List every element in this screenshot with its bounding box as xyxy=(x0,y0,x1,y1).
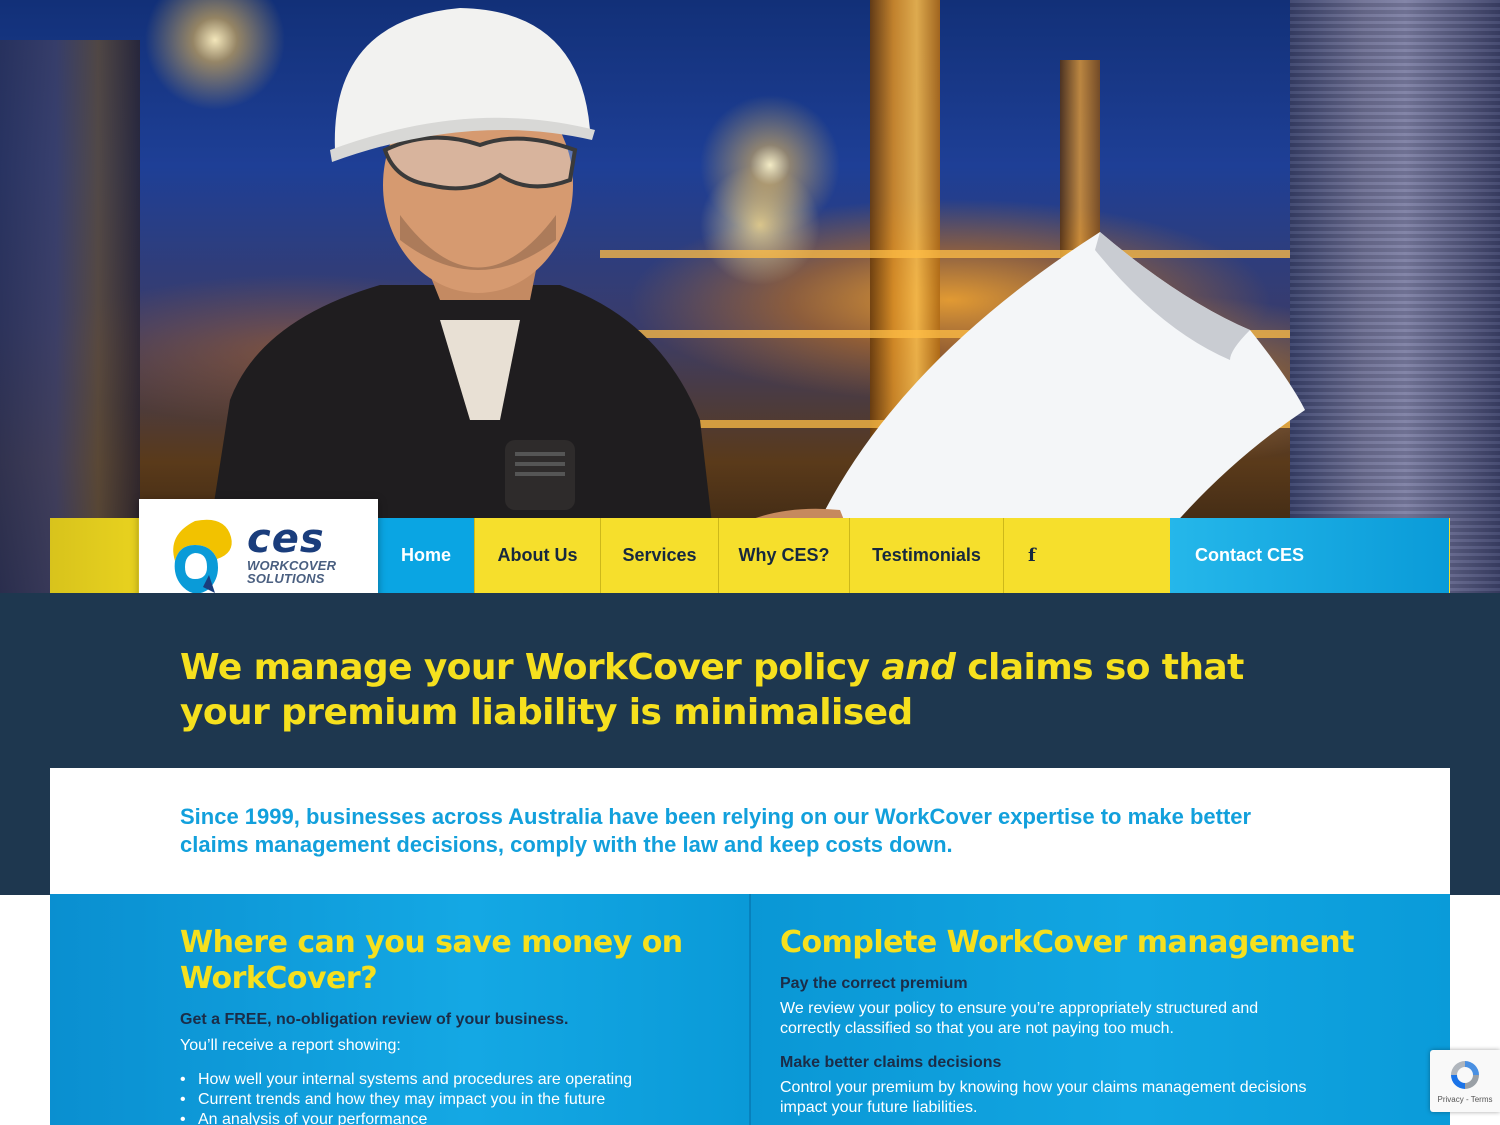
logo-wordmark: ces xyxy=(247,515,325,562)
logo-tagline-2: SOLUTIONS xyxy=(247,570,325,586)
nav-why-ces[interactable]: Why CES? xyxy=(718,518,849,593)
facebook-icon: f xyxy=(1028,545,1036,566)
list-item: Current trends and how they may impact y… xyxy=(180,1090,632,1110)
left-column-title: Where can you save money on WorkCover? xyxy=(180,925,683,996)
right-section-heading: Pay the correct premium xyxy=(780,975,968,992)
logo-tagline-1: WORKCOVER xyxy=(247,557,337,573)
recaptcha-badge[interactable]: Privacy - Terms xyxy=(1430,1050,1500,1112)
intro-text: Since 1999, businesses across Australia … xyxy=(180,804,1252,857)
nav-services[interactable]: Services xyxy=(600,518,718,593)
nav-contact-ces[interactable]: Contact CES xyxy=(1170,518,1449,593)
recaptcha-label[interactable]: Privacy - Terms xyxy=(1438,1095,1493,1104)
list-item: An analysis of your performance xyxy=(180,1110,632,1125)
right-section-heading: Make better claims decisions xyxy=(780,1054,1002,1071)
nav-facebook[interactable]: f xyxy=(1003,518,1170,593)
right-section-text: We review your policy to ensure you’re a… xyxy=(780,1000,1259,1037)
nav-lead-block xyxy=(50,518,138,593)
headline-emphasis: and xyxy=(881,647,956,688)
ces-logo-icon xyxy=(173,519,232,594)
headline-part-1: We manage your WorkCover policy xyxy=(180,647,882,688)
list-item: How well your internal systems and proce… xyxy=(180,1070,632,1090)
logo-text: ces WORKCOVER SOLUTIONS xyxy=(247,519,337,586)
nav-home[interactable]: Home xyxy=(378,518,474,593)
left-column-bullets: How well your internal systems and proce… xyxy=(180,1070,632,1125)
page-headline: We manage your WorkCover policy and clai… xyxy=(180,645,1340,735)
right-column-title: Complete WorkCover management xyxy=(780,925,1355,960)
left-column-text: You’ll receive a report showing: xyxy=(180,1037,401,1054)
left-column-subtitle: Get a FREE, no-obligation review of your… xyxy=(180,1011,569,1028)
right-section-text: Control your premium by knowing how your… xyxy=(780,1079,1307,1116)
nav-testimonials[interactable]: Testimonials xyxy=(849,518,1003,593)
column-divider xyxy=(749,894,751,1125)
nav-about-us[interactable]: About Us xyxy=(474,518,600,593)
recaptcha-icon xyxy=(1451,1061,1479,1089)
